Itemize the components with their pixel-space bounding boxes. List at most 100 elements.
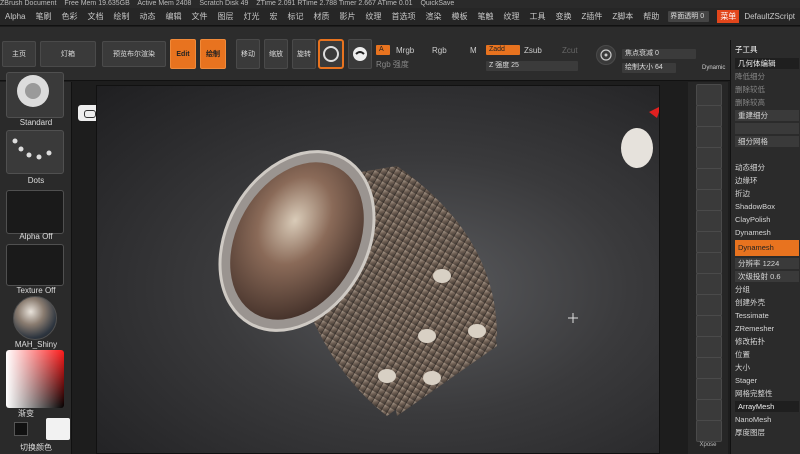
color-picker[interactable]: [6, 350, 64, 408]
menu-item[interactable]: 文件: [186, 11, 212, 22]
menu-item[interactable]: 变换: [550, 11, 576, 22]
m-toggle[interactable]: M: [470, 46, 477, 55]
tool-panel-item[interactable]: [735, 149, 799, 160]
preview-render-button[interactable]: 预览布尔渲染: [102, 41, 166, 67]
menu-item[interactable]: 文档: [82, 11, 108, 22]
switch-color-button[interactable]: 切换颜色: [0, 442, 72, 453]
menu-item[interactable]: 绘制: [108, 11, 134, 22]
menu-item[interactable]: 笔刷: [30, 11, 56, 22]
tool-panel-item[interactable]: ClayPolish: [735, 214, 799, 225]
brush-preview-icon[interactable]: [318, 39, 344, 69]
rgb-toggle[interactable]: Rgb: [432, 46, 447, 55]
lightbox-button[interactable]: 灯箱: [40, 41, 96, 67]
zadd-toggle[interactable]: Zadd: [486, 45, 520, 55]
tool-panel-item[interactable]: 几何体编辑: [735, 58, 799, 69]
shelf-button[interactable]: [696, 147, 722, 169]
tool-panel-item[interactable]: 创建外壳: [735, 297, 799, 308]
menu-item[interactable]: 灯光: [238, 11, 264, 22]
tool-panel-item[interactable]: Dynamesh: [735, 227, 799, 238]
menubar-transparency[interactable]: 界面透明 0: [668, 11, 710, 22]
tool-panel-item[interactable]: 厚度图层: [735, 427, 799, 438]
material-selector[interactable]: [13, 296, 57, 340]
tool-panel-item[interactable]: ShadowBox: [735, 201, 799, 212]
tool-panel-item[interactable]: Tessimate: [735, 310, 799, 321]
draw-size-slider[interactable]: 绘制大小 64: [622, 63, 676, 73]
brush-selector[interactable]: [6, 72, 64, 118]
menubar-script[interactable]: DefaultZScript: [739, 12, 800, 21]
menu-item[interactable]: 标记: [282, 11, 308, 22]
material-swatch-icon[interactable]: [348, 39, 372, 69]
menu-item[interactable]: 纹理: [360, 11, 386, 22]
tool-panel-item[interactable]: 删除较低: [735, 84, 799, 95]
draw-button[interactable]: 绘制: [200, 39, 226, 69]
menu-item[interactable]: 工具: [524, 11, 550, 22]
shelf-button[interactable]: [696, 378, 722, 400]
subtool-header[interactable]: 子工具: [735, 44, 799, 55]
z-intensity-slider[interactable]: Z 强度 25: [486, 61, 578, 71]
tool-panel-item[interactable]: 细分网格: [735, 136, 799, 147]
menu-item[interactable]: 影片: [334, 11, 360, 22]
menu-item[interactable]: 编辑: [160, 11, 186, 22]
shelf-button[interactable]: [696, 420, 722, 442]
shelf-button[interactable]: [696, 168, 722, 190]
dynamic-toggle[interactable]: Dynamic: [702, 65, 725, 71]
stroke-selector[interactable]: [6, 130, 64, 174]
tool-panel-item[interactable]: Stager: [735, 375, 799, 386]
canvas-viewport[interactable]: [96, 85, 660, 454]
tool-panel-item[interactable]: 折边: [735, 188, 799, 199]
tool-panel-item[interactable]: 降低细分: [735, 71, 799, 82]
stroke-settings-icon[interactable]: [596, 45, 616, 65]
tool-panel-item[interactable]: 大小: [735, 362, 799, 373]
menu-item[interactable]: 笔触: [472, 11, 498, 22]
shelf-button[interactable]: [696, 294, 722, 316]
menu-item[interactable]: Z脚本: [607, 11, 638, 22]
tool-panel-item[interactable]: ZRemesher: [735, 323, 799, 334]
mrgb-toggle[interactable]: Mrgb: [396, 46, 414, 55]
zsub-toggle[interactable]: Zsub: [524, 46, 542, 55]
home-button[interactable]: 主页: [2, 41, 36, 67]
shelf-button[interactable]: [696, 399, 722, 421]
shelf-button[interactable]: [696, 210, 722, 232]
menu-item[interactable]: Z插件: [576, 11, 607, 22]
menubar-menu[interactable]: 菜单: [717, 10, 740, 23]
tool-panel-item[interactable]: 重建细分: [735, 110, 799, 121]
tool-panel-item[interactable]: 边缘环: [735, 175, 799, 186]
menu-item[interactable]: 图层: [212, 11, 238, 22]
menu-item[interactable]: 宏: [264, 11, 282, 22]
menu-item[interactable]: 动态: [134, 11, 160, 22]
tool-panel-item[interactable]: 网格完整性: [735, 388, 799, 399]
menu-item[interactable]: 首选项: [386, 11, 420, 22]
rgb-intensity-slider[interactable]: Rgb 强度: [376, 59, 409, 70]
shelf-button[interactable]: [696, 231, 722, 253]
scale-button[interactable]: 缩放: [264, 39, 288, 69]
shelf-button[interactable]: [696, 273, 722, 295]
tool-panel-item[interactable]: 修改拓扑: [735, 336, 799, 347]
a-toggle[interactable]: A: [376, 45, 390, 55]
tool-panel-item[interactable]: [735, 123, 799, 134]
tool-panel-item[interactable]: NanoMesh: [735, 414, 799, 425]
tool-panel-item[interactable]: 位置: [735, 349, 799, 360]
tool-panel-item[interactable]: Dynamesh: [735, 240, 799, 256]
zcut-toggle[interactable]: Zcut: [562, 46, 578, 55]
alpha-selector[interactable]: [6, 190, 64, 234]
menu-item[interactable]: 帮助: [638, 11, 664, 22]
shelf-button[interactable]: [696, 126, 722, 148]
menu-item[interactable]: 材质: [308, 11, 334, 22]
shelf-button[interactable]: [696, 189, 722, 211]
shelf-button[interactable]: [696, 105, 722, 127]
texture-selector[interactable]: [6, 244, 64, 286]
shelf-button[interactable]: [696, 315, 722, 337]
shelf-button[interactable]: [696, 84, 722, 106]
tool-panel-item[interactable]: 次级投射 0.6: [735, 271, 799, 282]
tool-panel-item[interactable]: ArrayMesh: [735, 401, 799, 412]
focal-shift-slider[interactable]: 焦点衰减 0: [622, 49, 696, 59]
rotate-button[interactable]: 旋转: [292, 39, 316, 69]
menu-item[interactable]: 纹理: [498, 11, 524, 22]
move-button[interactable]: 移动: [236, 39, 260, 69]
menu-item[interactable]: 渲染: [420, 11, 446, 22]
tool-panel-item[interactable]: 删除较高: [735, 97, 799, 108]
shelf-button[interactable]: [696, 336, 722, 358]
menu-item[interactable]: Alpha: [0, 12, 30, 21]
shelf-button[interactable]: [696, 252, 722, 274]
edit-button[interactable]: Edit: [170, 39, 196, 69]
